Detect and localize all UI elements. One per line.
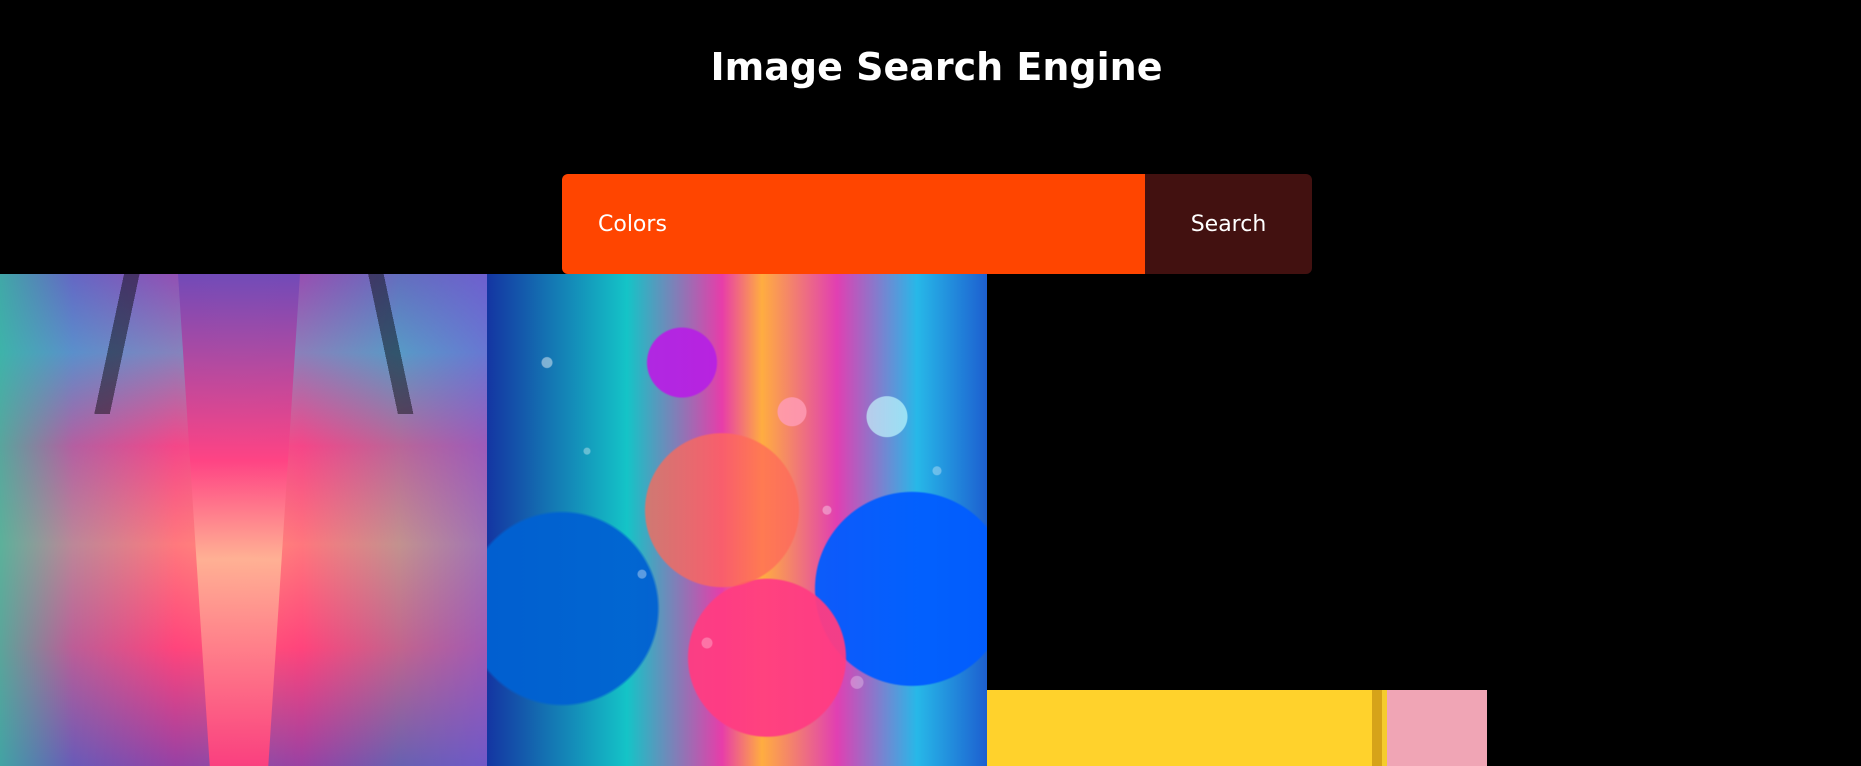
search-button[interactable]: Search <box>1145 174 1312 274</box>
neon-hallway-image[interactable] <box>0 274 487 766</box>
search-input[interactable] <box>562 174 1145 274</box>
yellow-wall-image[interactable] <box>987 690 1487 766</box>
search-form: Search <box>562 174 1312 274</box>
colorful-bubbles-image[interactable] <box>487 274 987 766</box>
image-results <box>0 274 1861 766</box>
image-search-page: Image Search Engine Search <box>0 0 1861 766</box>
page-title: Image Search Engine <box>710 45 1163 89</box>
